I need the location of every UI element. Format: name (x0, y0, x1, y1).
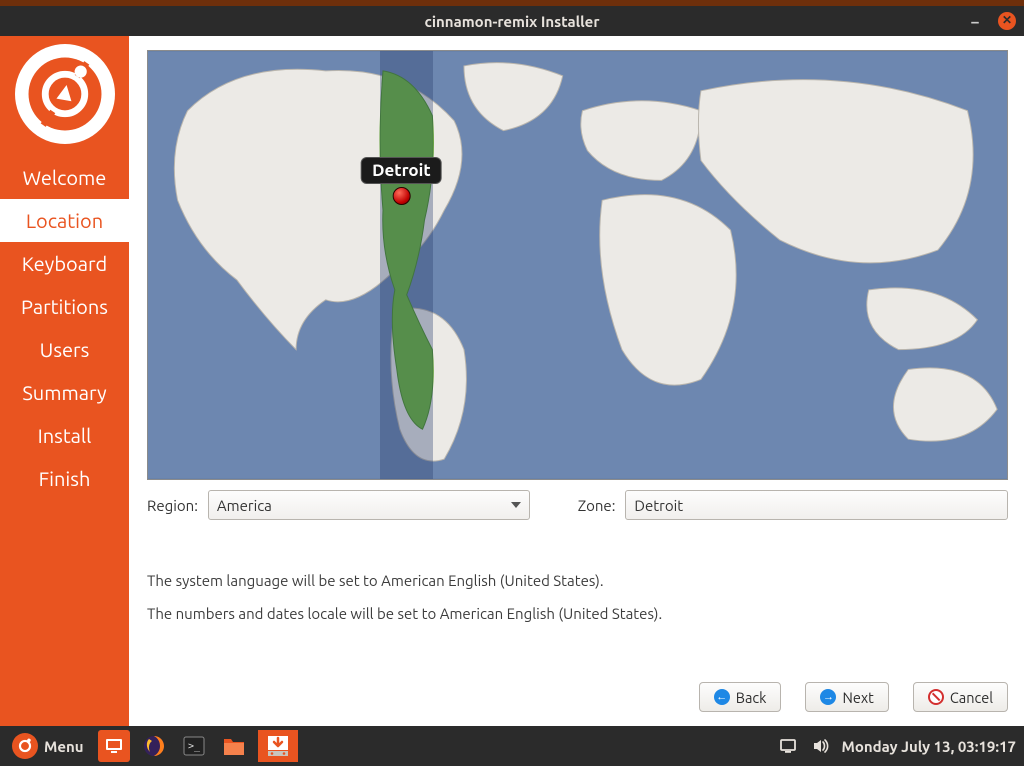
locale-numbers-line: The numbers and dates locale will be set… (147, 605, 1008, 622)
network-icon (779, 737, 797, 755)
back-button-label: Back (736, 689, 767, 706)
sidebar-step-users[interactable]: Users (0, 328, 129, 371)
cancel-icon (928, 689, 944, 705)
region-select-value: America (217, 497, 272, 514)
sidebar-step-location[interactable]: Location (0, 199, 129, 242)
tray-network[interactable] (778, 736, 798, 756)
arrow-right-icon: → (820, 689, 836, 705)
sidebar-step-install[interactable]: Install (0, 414, 129, 457)
firefox-icon (142, 734, 166, 758)
distro-logo (15, 44, 115, 144)
region-label: Region: (147, 497, 198, 514)
back-button[interactable]: ← Back (699, 682, 782, 712)
taskbar-firefox[interactable] (138, 730, 170, 762)
desktop-icon (104, 736, 124, 756)
world-map-svg (148, 51, 1007, 479)
installer-icon (266, 734, 290, 758)
desktop-panel: Menu >_ Monday July 13, 03:19:17 (0, 726, 1024, 766)
menu-logo-icon (12, 733, 38, 759)
folder-icon (222, 735, 246, 757)
timezone-map[interactable]: Detroit (147, 50, 1008, 480)
region-select[interactable]: America (208, 490, 530, 520)
taskbar-terminal[interactable]: >_ (178, 730, 210, 762)
sidebar-step-keyboard[interactable]: Keyboard (0, 242, 129, 285)
wizard-footer: ← Back → Next Cancel (147, 674, 1008, 716)
location-pin-dot-icon (392, 187, 410, 205)
window-titlebar: cinnamon-remix Installer – ✕ (0, 6, 1024, 36)
location-pin-label: Detroit (361, 157, 442, 184)
sidebar-step-finish[interactable]: Finish (0, 457, 129, 500)
chevron-down-icon (511, 502, 521, 508)
sidebar-step-welcome[interactable]: Welcome (0, 156, 129, 199)
zone-label: Zone: (578, 497, 616, 514)
svg-text:>_: >_ (188, 741, 201, 752)
tray-sound[interactable] (810, 736, 830, 756)
locale-info: The system language will be set to Ameri… (147, 572, 1008, 638)
region-zone-row: Region: America Zone: Detroit (147, 490, 1008, 520)
next-button[interactable]: → Next (805, 682, 888, 712)
timezone-band-highlight (380, 51, 433, 479)
ubuntu-cinnamon-icon (27, 56, 103, 132)
panel-menu-button[interactable]: Menu (6, 733, 90, 759)
taskbar-show-desktop[interactable] (98, 730, 130, 762)
zone-select[interactable]: Detroit (625, 490, 1008, 520)
zone-select-value: Detroit (634, 497, 683, 514)
terminal-icon: >_ (183, 735, 205, 757)
speaker-icon (811, 737, 829, 755)
arrow-left-icon: ← (714, 689, 730, 705)
panel-clock[interactable]: Monday July 13, 03:19:17 (842, 738, 1016, 755)
location-pin[interactable]: Detroit (361, 157, 442, 205)
cancel-button[interactable]: Cancel (913, 682, 1008, 712)
locale-language-line: The system language will be set to Ameri… (147, 572, 1008, 589)
window-title: cinnamon-remix Installer (425, 13, 600, 30)
next-button-label: Next (842, 689, 873, 706)
installer-sidebar: Welcome Location Keyboard Partitions Use… (0, 36, 129, 726)
taskbar-installer[interactable] (258, 730, 298, 762)
installer-content: Detroit Region: America Zone: Detroit Th… (129, 36, 1024, 726)
window-minimize-button[interactable]: – (966, 12, 984, 30)
taskbar-files[interactable] (218, 730, 250, 762)
window-close-button[interactable]: ✕ (998, 12, 1016, 30)
installer-window: Welcome Location Keyboard Partitions Use… (0, 36, 1024, 726)
sidebar-step-summary[interactable]: Summary (0, 371, 129, 414)
cancel-button-label: Cancel (950, 689, 993, 706)
panel-menu-label: Menu (44, 738, 84, 755)
sidebar-step-partitions[interactable]: Partitions (0, 285, 129, 328)
